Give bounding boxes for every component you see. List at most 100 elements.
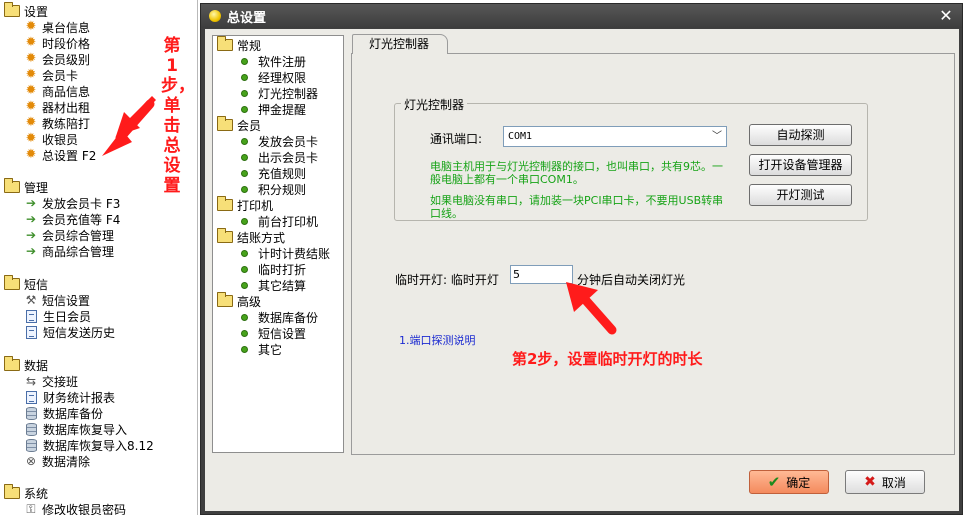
settings-nav-item[interactable]: 发放会员卡 xyxy=(213,133,343,149)
gear-icon: ✹ xyxy=(25,83,37,98)
nav-item-label: 数据清除 xyxy=(42,454,91,469)
arrow-icon: ➔ xyxy=(25,244,37,258)
gear-icon: ✹ xyxy=(25,131,37,146)
settings-group-header[interactable]: 打印机 xyxy=(213,196,343,213)
nav-item[interactable]: ⚒ 短信设置 xyxy=(0,292,196,308)
settings-nav-item[interactable]: 软件注册 xyxy=(213,53,343,69)
settings-group-header[interactable]: 会员 xyxy=(213,116,343,133)
close-button[interactable]: ✕ xyxy=(936,6,956,26)
settings-nav-item-label: 灯光控制器 xyxy=(258,86,319,101)
nav-item[interactable]: 数据库恢复导入8.12 xyxy=(0,437,196,453)
check-icon: ✔ xyxy=(767,473,781,491)
folder-icon xyxy=(4,2,20,17)
port-detect-help-link[interactable]: 1.端口探测说明 xyxy=(399,332,476,348)
settings-nav-item[interactable]: 灯光控制器 xyxy=(213,85,343,101)
bullet-icon xyxy=(241,137,248,145)
nav-group-label: 短信 xyxy=(24,277,49,292)
usb-help-text: 如果电脑没有串口，请加装一块PCI串口卡，不要用USB转串口线。 xyxy=(430,194,724,220)
ok-button[interactable]: ✔ 确定 xyxy=(749,470,829,494)
settings-nav-item[interactable]: 经理权限 xyxy=(213,69,343,85)
dialog-title: 总设置 xyxy=(227,10,267,26)
settings-nav-item[interactable]: 数据库备份 xyxy=(213,309,343,325)
step2-arrow xyxy=(566,282,617,335)
nav-item-label: 总设置 F2 xyxy=(42,148,97,163)
nav-item[interactable]: ➔ 发放会员卡 F3 xyxy=(0,195,196,211)
nav-item[interactable]: 生日会员 xyxy=(0,308,196,324)
nav-item[interactable]: ➔ 会员充值等 F4 xyxy=(0,211,196,227)
bullet-icon xyxy=(241,169,248,177)
nav-item[interactable]: ⇆ 交接班 xyxy=(0,373,196,389)
group-title: 灯光控制器 xyxy=(401,96,468,113)
nav-group-header[interactable]: 设置 xyxy=(0,2,196,19)
settings-nav-item[interactable]: 积分规则 xyxy=(213,181,343,197)
tools-icon: ⚒ xyxy=(25,293,37,307)
folder-icon xyxy=(217,116,233,131)
nav-item[interactable]: 财务统计报表 xyxy=(0,389,196,405)
auto-detect-button[interactable]: 自动探测 xyxy=(749,124,852,146)
bullet-icon xyxy=(241,217,248,225)
nav-group: 短信 ⚒ 短信设置 生日会员 短信发送历史 xyxy=(0,275,196,340)
settings-nav-item-label: 数据库备份 xyxy=(258,310,319,325)
nav-item[interactable]: 数据库恢复导入 xyxy=(0,421,196,437)
settings-group-header[interactable]: 结账方式 xyxy=(213,228,343,245)
nav-group-header[interactable]: 数据 xyxy=(0,356,196,373)
light-test-button[interactable]: 开灯测试 xyxy=(749,184,852,206)
settings-nav-item[interactable]: 前台打印机 xyxy=(213,213,343,229)
settings-group-header[interactable]: 高级 xyxy=(213,292,343,309)
nav-item-label: 会员综合管理 xyxy=(42,228,115,243)
settings-nav-item-label: 其它 xyxy=(258,342,283,357)
nav-group-label: 管理 xyxy=(24,180,49,195)
bullet-icon xyxy=(241,329,248,337)
nav-item-label: 桌台信息 xyxy=(42,20,91,35)
nav-group-label: 系统 xyxy=(24,486,49,501)
nav-item-label: 教练陪打 xyxy=(42,116,91,131)
settings-group-label: 常规 xyxy=(237,38,262,53)
nav-item[interactable]: ✹ 桌台信息 xyxy=(0,19,196,35)
bullet-icon xyxy=(241,281,248,289)
nav-item-label: 发放会员卡 F3 xyxy=(42,196,121,211)
app-icon xyxy=(209,10,221,22)
nav-item[interactable]: 数据库备份 xyxy=(0,405,196,421)
folder-icon xyxy=(217,196,233,211)
chevron-down-icon[interactable]: ﹀ xyxy=(712,127,722,146)
settings-nav-item[interactable]: 短信设置 xyxy=(213,325,343,341)
gear-icon: ✹ xyxy=(25,99,37,114)
settings-nav-item[interactable]: 充值规则 xyxy=(213,165,343,181)
dialog-titlebar[interactable]: 总设置 ✕ xyxy=(201,4,962,28)
gear-icon: ✹ xyxy=(25,67,37,82)
database-icon xyxy=(26,406,37,420)
settings-nav-item[interactable]: 其它 xyxy=(213,341,343,357)
nav-item[interactable]: ⚿ 修改收银员密码 xyxy=(0,501,196,515)
nav-item[interactable]: ⊗ 数据清除 xyxy=(0,453,196,469)
settings-nav-item-label: 押金提醒 xyxy=(258,102,307,117)
nav-item-label: 数据库恢复导入8.12 xyxy=(43,438,154,453)
settings-nav-item[interactable]: 出示会员卡 xyxy=(213,149,343,165)
nav-group-header[interactable]: 系统 xyxy=(0,484,196,501)
nav-item[interactable]: ➔ 会员综合管理 xyxy=(0,227,196,243)
settings-nav-item[interactable]: 其它结算 xyxy=(213,277,343,293)
temp-light-label: 临时开灯: 临时开灯 xyxy=(395,273,499,287)
folder-icon xyxy=(4,484,20,499)
cancel-button[interactable]: ✖ 取消 xyxy=(845,470,925,494)
nav-item-label: 时段价格 xyxy=(42,36,91,51)
settings-nav-item-label: 积分规则 xyxy=(258,182,307,197)
folder-icon xyxy=(217,228,233,243)
nav-item-label: 商品信息 xyxy=(42,84,91,99)
nav-item-label: 财务统计报表 xyxy=(43,390,116,405)
settings-group-header[interactable]: 常规 xyxy=(213,36,343,53)
arrow-icon: ➔ xyxy=(25,196,37,210)
settings-group-label: 会员 xyxy=(237,118,262,133)
nav-item[interactable]: ➔ 商品综合管理 xyxy=(0,243,196,259)
nav-group-header[interactable]: 短信 xyxy=(0,275,196,292)
open-device-manager-button[interactable]: 打开设备管理器 xyxy=(749,154,852,176)
gear-icon: ✹ xyxy=(25,19,37,34)
settings-nav-item-label: 出示会员卡 xyxy=(258,150,319,165)
x-icon: ✖ xyxy=(864,474,876,490)
tab-light-controller[interactable]: 灯光控制器 xyxy=(352,34,448,54)
port-select[interactable]: COM1 ﹀ xyxy=(503,126,727,147)
settings-nav-item[interactable]: 计时计费结账 xyxy=(213,245,343,261)
nav-item-label: 短信发送历史 xyxy=(43,325,116,340)
settings-nav-item[interactable]: 临时打折 xyxy=(213,261,343,277)
nav-item[interactable]: 短信发送历史 xyxy=(0,324,196,340)
settings-nav-item[interactable]: 押金提醒 xyxy=(213,101,343,117)
